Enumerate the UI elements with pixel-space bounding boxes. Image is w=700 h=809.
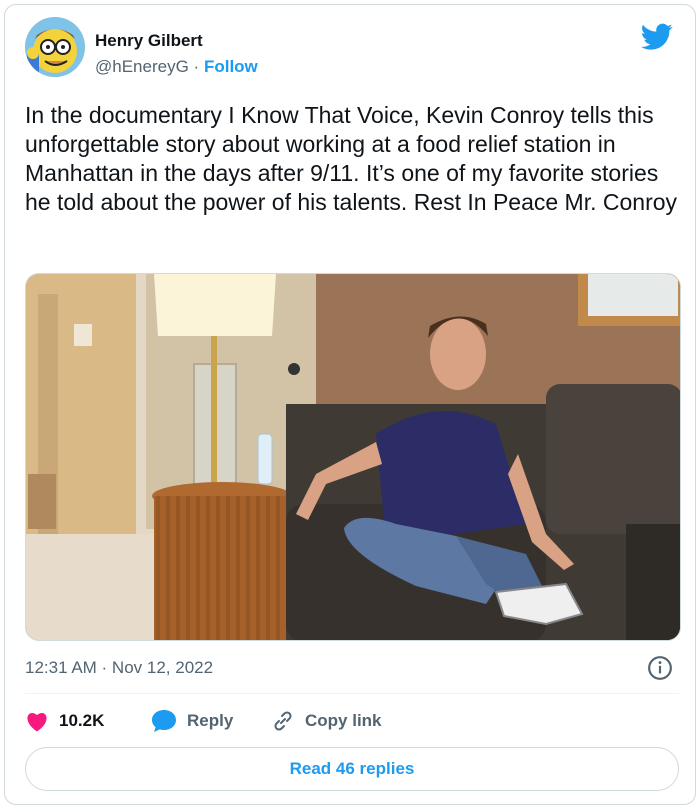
heart-icon [27, 713, 47, 732]
tweet-timestamp[interactable]: 12:31 AM · Nov 12, 2022 [25, 658, 213, 678]
tweet-text: In the documentary I Know That Voice, Ke… [25, 102, 678, 215]
reply-button[interactable]: Reply [151, 705, 233, 737]
like-button[interactable]: 10.2K [25, 705, 104, 737]
read-replies-button[interactable]: Read 46 replies [25, 747, 679, 791]
copy-link-button[interactable]: Copy link [271, 705, 382, 737]
media-image [26, 274, 680, 640]
info-icon[interactable] [647, 655, 673, 681]
handle-separator: · [193, 57, 200, 76]
twitter-bird-icon[interactable] [641, 23, 673, 51]
avatar[interactable] [25, 17, 85, 77]
tweet-media[interactable] [25, 273, 681, 641]
author-name[interactable]: Henry Gilbert [95, 31, 203, 51]
reply-bubble-icon [152, 710, 176, 732]
tweet-actions: 10.2K Reply Copy link [25, 705, 685, 737]
copy-link-label: Copy link [305, 711, 382, 730]
follow-button[interactable]: Follow [204, 57, 258, 76]
like-count: 10.2K [59, 711, 105, 730]
author-handle[interactable]: @hEnereyG [95, 57, 189, 76]
author-handle-row: @hEnereyG · Follow [95, 57, 258, 77]
tweet-card: Henry Gilbert @hEnereyG · Follow In the … [4, 4, 696, 805]
reply-label: Reply [187, 711, 234, 730]
divider [25, 693, 679, 694]
link-icon [274, 711, 292, 731]
